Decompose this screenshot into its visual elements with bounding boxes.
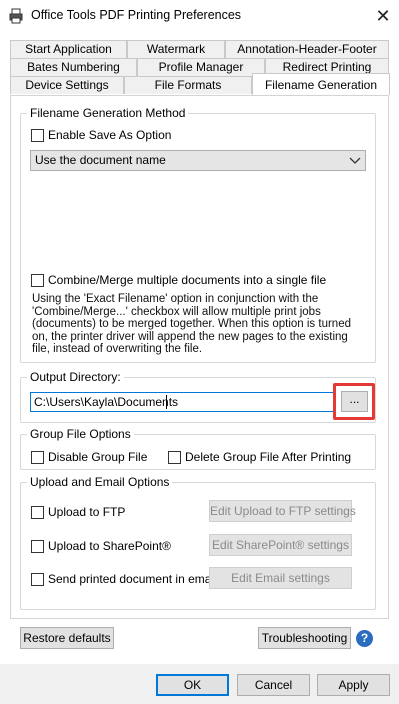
send-email-checkbox[interactable] xyxy=(31,572,44,586)
enable-save-as-checkbox[interactable] xyxy=(31,128,44,142)
troubleshooting-button[interactable]: Troubleshooting xyxy=(258,627,351,649)
combine-merge-label: Combine/Merge multiple documents into a … xyxy=(48,273,327,287)
edit-ftp-settings-button[interactable]: Edit Upload to FTP settings xyxy=(209,500,356,522)
disable-group-file-checkbox[interactable] xyxy=(31,450,44,464)
group-title-output-directory: Output Directory: xyxy=(27,370,124,384)
restore-defaults-button[interactable]: Restore defaults xyxy=(20,627,114,649)
upload-sharepoint-checkbox[interactable] xyxy=(31,539,44,553)
group-title-upload-email: Upload and Email Options xyxy=(27,475,173,489)
upload-ftp-option[interactable]: Upload to FTP xyxy=(31,505,125,519)
upload-ftp-checkbox[interactable] xyxy=(31,505,44,519)
send-email-option[interactable]: Send printed document in email xyxy=(31,572,217,586)
filename-method-value: Use the document name xyxy=(35,153,166,167)
edit-email-settings-button[interactable]: Edit Email settings xyxy=(209,567,352,589)
upload-ftp-label: Upload to FTP xyxy=(48,505,126,519)
chevron-down-icon xyxy=(349,157,361,164)
text-caret xyxy=(166,395,167,409)
delete-group-file-option[interactable]: Delete Group File After Printing xyxy=(168,450,351,464)
filename-method-select[interactable]: Use the document name xyxy=(30,150,366,171)
upload-sharepoint-label: Upload to SharePoint® xyxy=(48,539,171,553)
send-email-label: Send printed document in email xyxy=(48,572,217,586)
enable-save-as-label: Enable Save As Option xyxy=(48,128,172,142)
output-directory-input[interactable]: C:\Users\Kayla\Documents xyxy=(30,392,336,412)
combine-merge-checkbox[interactable] xyxy=(31,273,44,287)
browse-highlight-box xyxy=(333,383,375,420)
group-title-filename-generation: Filename Generation Method xyxy=(27,106,189,120)
delete-group-file-label: Delete Group File After Printing xyxy=(185,450,352,464)
combine-merge-option[interactable]: Combine/Merge multiple documents into a … xyxy=(31,273,326,287)
upload-sharepoint-option[interactable]: Upload to SharePoint® xyxy=(31,539,171,553)
edit-sharepoint-settings-button[interactable]: Edit SharePoint® settings xyxy=(209,534,352,556)
combine-description: Using the 'Exact Filename' option in con… xyxy=(32,293,351,356)
disable-group-file-label: Disable Group File xyxy=(48,450,148,464)
enable-save-as-option[interactable]: Enable Save As Option xyxy=(31,128,171,142)
group-title-group-file-options: Group File Options xyxy=(27,427,134,441)
delete-group-file-checkbox[interactable] xyxy=(168,450,181,464)
help-icon[interactable]: ? xyxy=(356,630,373,647)
disable-group-file-option[interactable]: Disable Group File xyxy=(31,450,147,464)
